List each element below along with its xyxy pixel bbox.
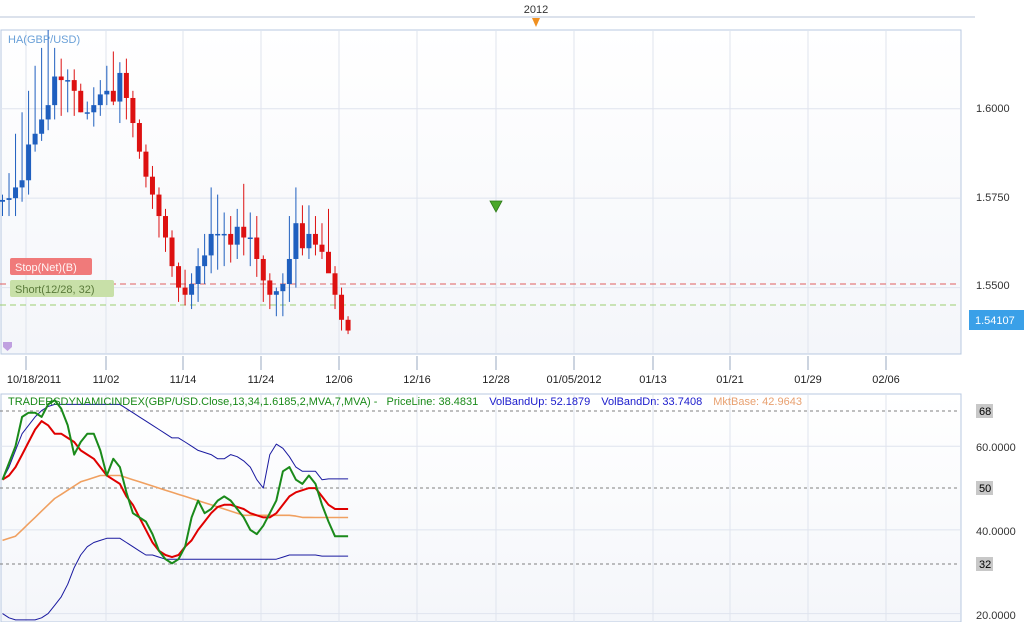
indicator-y-tick: 60.0000 <box>976 442 1016 454</box>
price-y-tick: 1.5500 <box>976 280 1010 292</box>
x-tick-label: 12/16 <box>403 374 431 386</box>
candle-body <box>97 94 103 106</box>
vol-band-dn-label: VolBandDn: 33.7408 <box>601 396 702 408</box>
candle-body <box>339 294 345 320</box>
candle-body <box>39 119 45 134</box>
price-y-tick: 1.5750 <box>976 192 1010 204</box>
x-tick-label: 10/18/2011 <box>7 374 61 386</box>
candle-body <box>136 123 142 152</box>
x-tick-label: 01/29 <box>794 374 822 386</box>
candle-body <box>254 237 260 259</box>
candle-body <box>32 133 38 145</box>
candle-body <box>84 112 90 114</box>
candle-body <box>52 76 58 106</box>
candle-body <box>241 226 247 238</box>
x-tick-label: 01/05/2012 <box>546 374 601 386</box>
candle-body <box>26 144 32 181</box>
candle-body <box>45 105 51 120</box>
indicator-y-axis: 68 50 32 60.0000 40.0000 20.0000 <box>976 404 1016 622</box>
candle-body <box>149 176 155 195</box>
candle-body <box>176 266 182 288</box>
candle-body <box>65 80 71 82</box>
candle-body <box>306 233 312 249</box>
candle-body <box>0 199 5 202</box>
x-axis: 10/18/2011 11/02 11/14 11/24 12/06 12/16… <box>7 374 900 386</box>
level-label: 32 <box>979 559 991 571</box>
candle-body <box>326 251 331 274</box>
candle-body <box>202 255 208 267</box>
candle-body <box>189 284 195 295</box>
candle-body <box>123 72 129 98</box>
candle-body <box>163 216 168 238</box>
x-tick-label: 12/06 <box>325 374 353 386</box>
indicator-y-tick: 40.0000 <box>976 526 1016 538</box>
x-tick-label: 12/28 <box>482 374 510 386</box>
price-y-axis: 1.6000 1.5750 1.5500 <box>976 103 1010 292</box>
top-year-label: 2012 <box>524 4 548 16</box>
candle-body <box>58 76 64 81</box>
x-tick-label: 01/21 <box>716 374 744 386</box>
stop-label: Stop(Net)(B) <box>15 262 77 274</box>
x-tick-label: 11/14 <box>170 374 197 386</box>
level-label: 50 <box>979 483 991 495</box>
candle-body <box>19 180 25 188</box>
candle-body <box>293 223 299 259</box>
mkt-base-label: MktBase: 42.9643 <box>713 396 802 408</box>
indicator-y-tick: 20.0000 <box>976 610 1016 622</box>
candle-body <box>13 187 19 199</box>
candle-body <box>234 226 240 245</box>
candle-body <box>332 273 338 295</box>
candle-body <box>195 266 201 285</box>
candle-body <box>286 258 292 285</box>
candle-body <box>208 233 214 256</box>
x-axis-ticks <box>25 356 887 370</box>
candle-body <box>91 105 97 113</box>
candle-body <box>312 233 318 245</box>
candle-body <box>130 97 136 124</box>
candle-body <box>215 233 221 236</box>
x-tick-label: 02/06 <box>872 374 900 386</box>
x-tick-label: 11/24 <box>248 374 275 386</box>
candle-body <box>71 80 77 91</box>
candle-body <box>267 280 273 295</box>
x-tick-label: 01/13 <box>639 374 667 386</box>
price-y-tick: 1.6000 <box>976 103 1010 115</box>
candle-body <box>117 72 123 102</box>
candle-body <box>299 223 305 249</box>
candle-body <box>182 287 188 295</box>
candle-body <box>6 198 12 200</box>
candle-body <box>143 151 149 177</box>
short-label: Short(12/28, 32) <box>15 284 95 296</box>
indicator-title: TRADERSDYNAMICINDEX(GBP/USD.Close,13,34,… <box>8 396 378 408</box>
candle-body <box>78 90 84 113</box>
candle-body <box>280 284 286 292</box>
candle-body <box>156 194 162 217</box>
candle-body <box>228 233 234 245</box>
indicator-legend: TRADERSDYNAMICINDEX(GBP/USD.Close,13,34,… <box>8 396 802 408</box>
candle-body <box>221 233 227 236</box>
candle-body <box>273 291 279 295</box>
candle-body <box>260 258 266 281</box>
candle-body <box>104 90 110 95</box>
candle-body <box>345 319 351 331</box>
price-line-label: PriceLine: 38.4831 <box>387 396 479 408</box>
chart-svg: 2012 HA(GBP/USD) Stop(Net)(B) Short(12/2… <box>0 0 1032 623</box>
candle-body <box>169 237 175 267</box>
level-label: 68 <box>979 406 991 418</box>
indicator-panel-frame <box>0 393 962 623</box>
instrument-label: HA(GBP/USD) <box>8 34 80 46</box>
date-marker-icon[interactable] <box>532 18 540 27</box>
candle-body <box>319 244 325 252</box>
top-ruler <box>0 0 1032 17</box>
chart-container: 2012 HA(GBP/USD) Stop(Net)(B) Short(12/2… <box>0 0 1032 623</box>
last-price-label: 1.54107 <box>975 315 1015 327</box>
candle-body <box>247 237 253 240</box>
vol-band-up-label: VolBandUp: 52.1879 <box>489 396 590 408</box>
candle-body <box>110 90 116 102</box>
x-tick-label: 11/02 <box>93 374 120 386</box>
